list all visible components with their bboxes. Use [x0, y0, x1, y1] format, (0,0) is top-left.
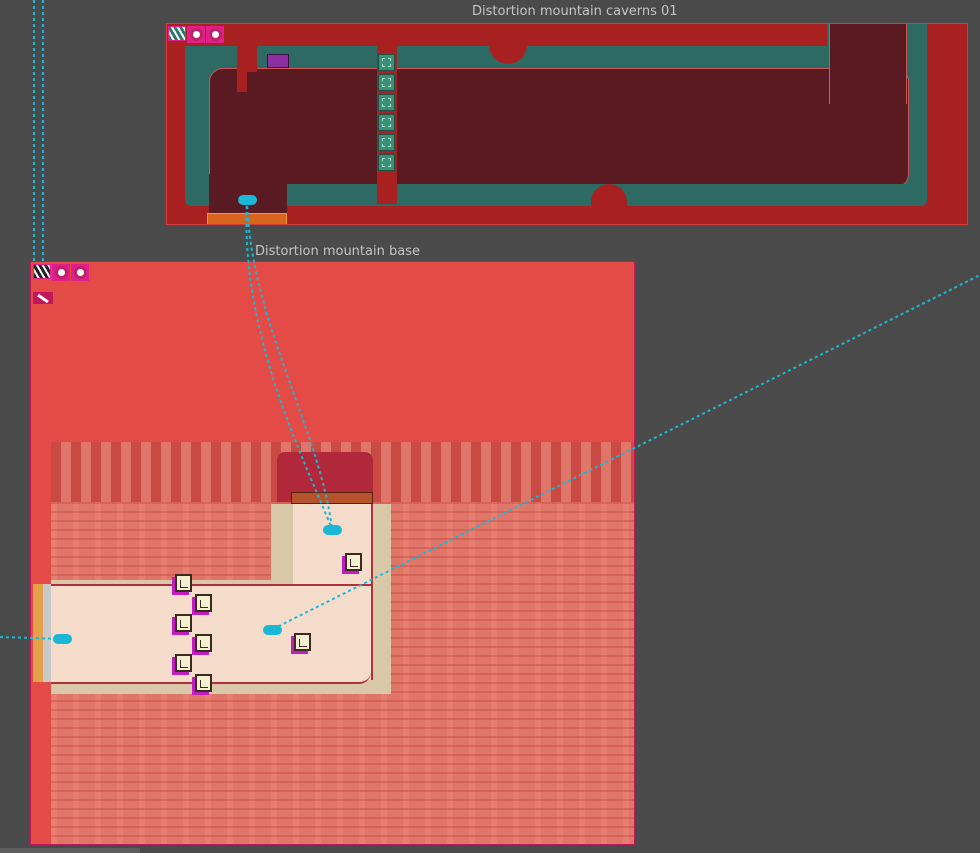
warp-link-line [0, 636, 63, 640]
horizontal-scrollbar[interactable] [0, 848, 140, 853]
warp-links [0, 0, 980, 640]
warp-link-line [272, 274, 980, 630]
warp-link-line [246, 199, 333, 530]
warp-link-line [245, 199, 333, 530]
